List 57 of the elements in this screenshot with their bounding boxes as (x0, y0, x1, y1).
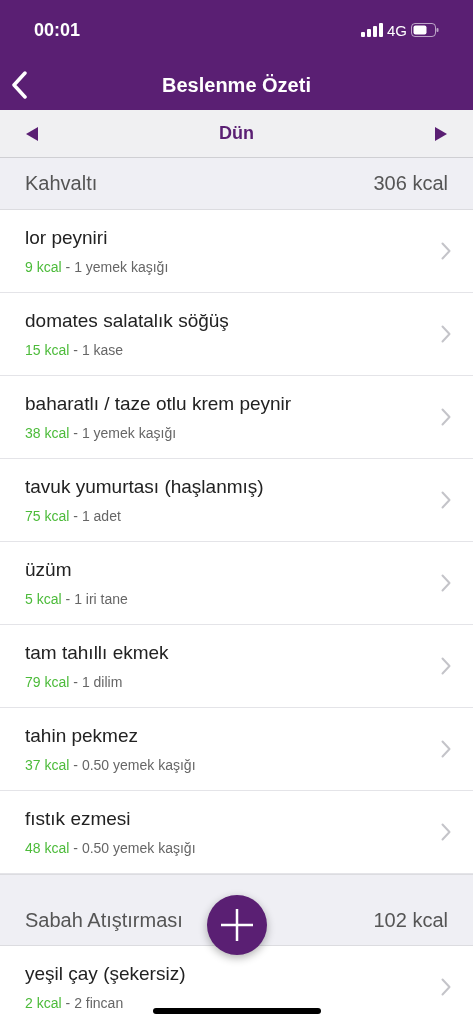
food-row[interactable]: tam tahıllı ekmek 79 kcal - 1 dilim (0, 625, 473, 708)
food-row[interactable]: üzüm 5 kcal - 1 iri tane (0, 542, 473, 625)
meal-total: 306 kcal (373, 172, 448, 195)
chevron-icon (441, 740, 451, 758)
food-portion: - 0.50 yemek kaşığı (73, 757, 196, 773)
food-name: baharatlı / taze otlu krem peynir (25, 393, 292, 415)
previous-day-icon[interactable] (26, 126, 38, 141)
food-calories: 37 kcal (25, 757, 70, 773)
signal-icon (361, 23, 383, 37)
food-portion: - 1 yemek kaşığı (65, 259, 169, 275)
status-time: 00:01 (34, 19, 81, 41)
food-portion: - 1 kase (73, 342, 124, 358)
food-row[interactable]: domates salatalık söğüş 15 kcal - 1 kase (0, 293, 473, 376)
food-calories: 9 kcal (25, 259, 62, 275)
food-calories: 75 kcal (25, 508, 70, 524)
food-portion: - 2 fincan (65, 995, 124, 1011)
meal-name: Kahvaltı (25, 172, 98, 195)
food-portion: - 0.50 yemek kaşığı (73, 840, 196, 856)
food-row[interactable]: baharatlı / taze otlu krem peynir 38 kcal - 1 yemek kaşığı (0, 376, 473, 459)
food-calories: 5 kcal (25, 591, 62, 607)
next-day-icon[interactable] (435, 126, 447, 141)
food-calories: 48 kcal (25, 840, 70, 856)
food-row[interactable]: tahin pekmez 37 kcal - 0.50 yemek kaşığı (0, 708, 473, 791)
battery-icon (411, 23, 439, 37)
chevron-icon (441, 242, 451, 260)
food-name: tahin pekmez (25, 725, 139, 747)
chevron-icon (441, 491, 451, 509)
food-calories: 79 kcal (25, 674, 70, 690)
chevron-icon (441, 408, 451, 426)
chevron-icon (441, 823, 451, 841)
food-name: domates salatalık söğüş (25, 310, 229, 332)
food-name: fıstık ezmesi (25, 808, 132, 830)
food-portion: - 1 dilim (73, 674, 123, 690)
network-label: 4G (387, 21, 407, 39)
screen-title: Beslenme Özeti (162, 73, 311, 97)
meal-name: Sabah Atıştırması (25, 908, 183, 932)
food-calories: 38 kcal (25, 425, 70, 441)
food-portion: - 1 yemek kaşığı (73, 425, 177, 441)
food-row[interactable]: tavuk yumurtası (haşlanmış) 75 kcal - 1 adet (0, 459, 473, 542)
food-portion: - 1 iri tane (65, 591, 128, 607)
food-name: tavuk yumurtası (haşlanmış) (25, 476, 264, 498)
back-icon[interactable] (11, 71, 27, 99)
chevron-icon (441, 325, 451, 343)
chevron-icon (441, 978, 451, 996)
food-calories: 15 kcal (25, 342, 70, 358)
chevron-icon (441, 574, 451, 592)
food-row[interactable]: lor peyniri 9 kcal - 1 yemek kaşığı (0, 210, 473, 293)
food-name: yeşil çay (şekersiz) (25, 963, 186, 985)
plus-icon (220, 908, 254, 942)
food-name: lor peyniri (25, 227, 109, 249)
food-name: üzüm (25, 559, 73, 581)
date-label: Dün (219, 123, 254, 144)
meal-total: 102 kcal (373, 908, 448, 932)
chevron-icon (441, 657, 451, 675)
food-calories: 2 kcal (25, 995, 62, 1011)
food-name: tam tahıllı ekmek (25, 642, 169, 664)
food-portion: - 1 adet (73, 508, 121, 524)
